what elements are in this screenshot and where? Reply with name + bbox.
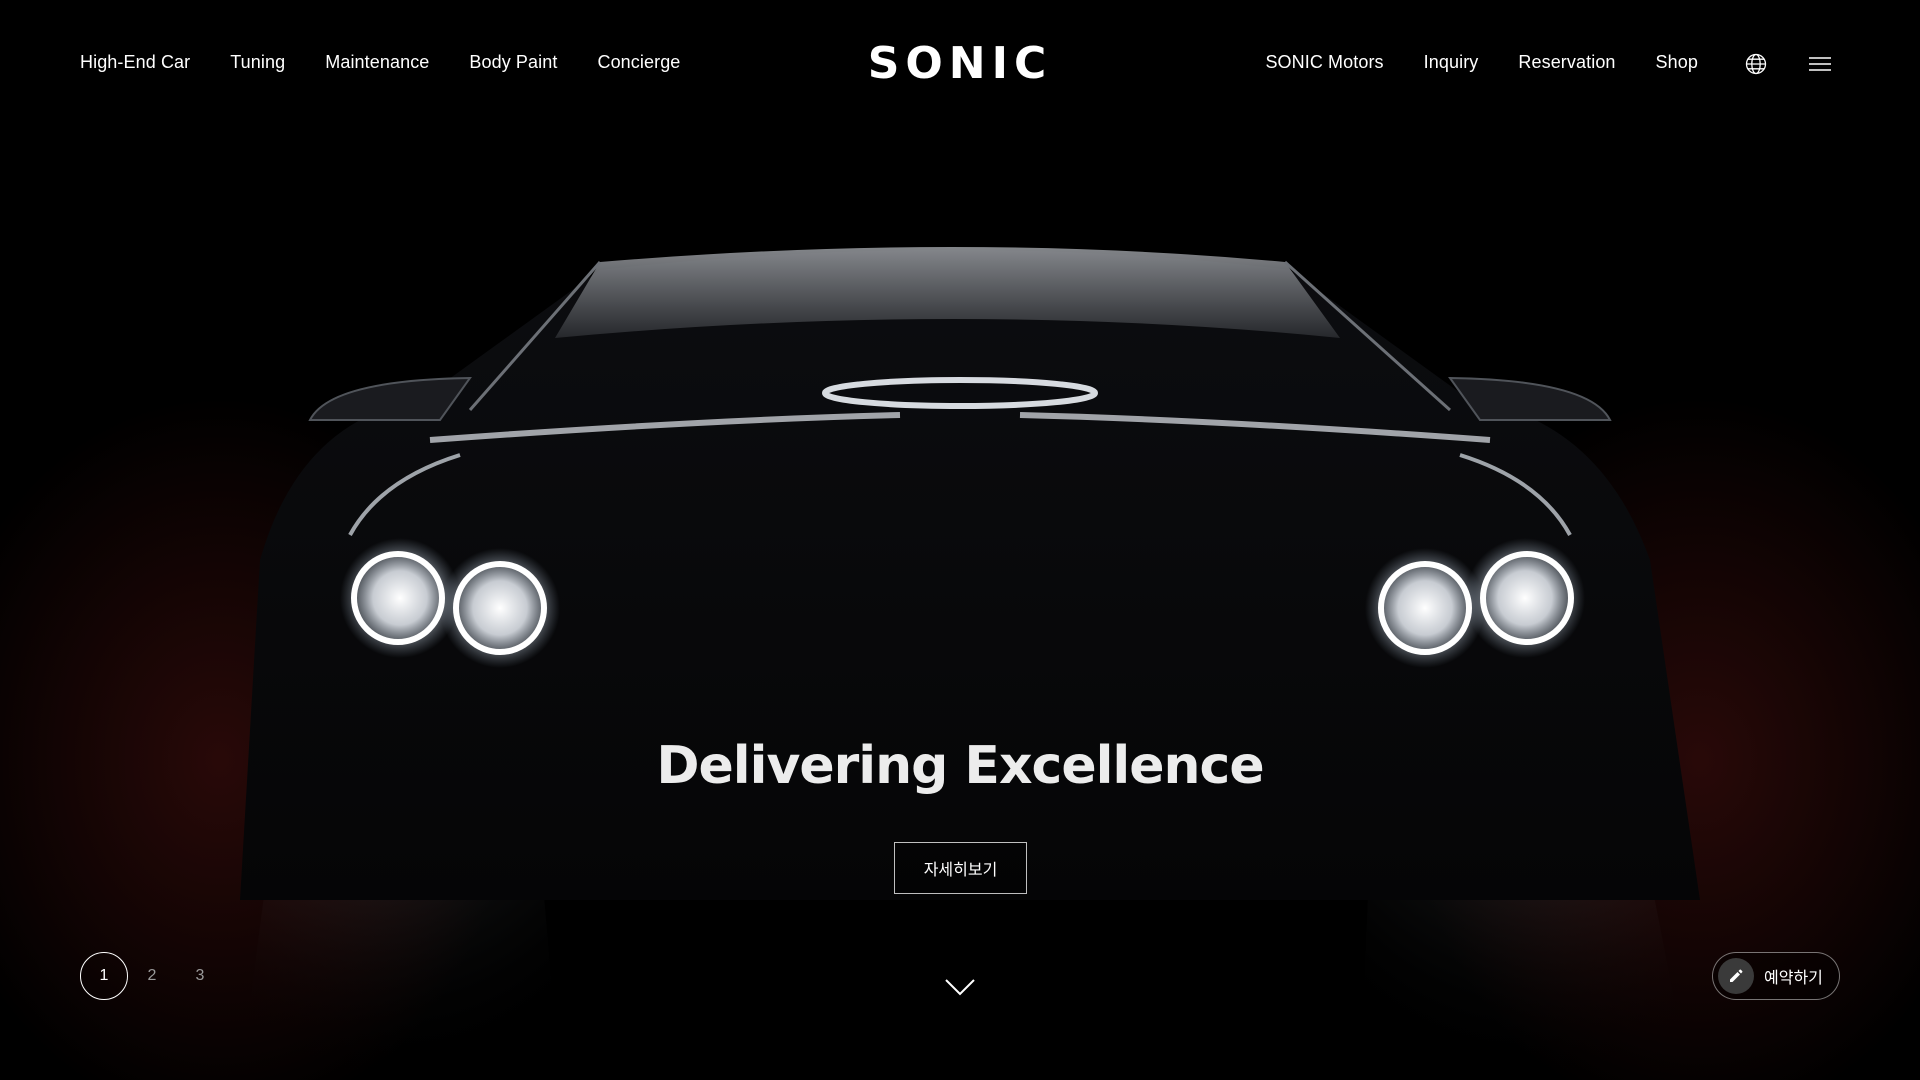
nav-item-body-paint[interactable]: Body Paint: [469, 52, 557, 73]
view-details-button[interactable]: 자세히보기: [894, 842, 1027, 894]
site-logo[interactable]: SONIC: [858, 42, 1062, 86]
hero-car-image: [240, 247, 1700, 1080]
slide-pagination: 1 2 3: [80, 952, 224, 1000]
page-2-button[interactable]: 2: [128, 952, 176, 1000]
page-1-button[interactable]: 1: [80, 952, 128, 1000]
nav-item-inquiry[interactable]: Inquiry: [1424, 52, 1479, 73]
chevron-down-icon[interactable]: [944, 976, 976, 998]
primary-nav: High-End Car Tuning Maintenance Body Pai…: [80, 52, 680, 73]
nav-item-concierge[interactable]: Concierge: [597, 52, 680, 73]
page-3-button[interactable]: 3: [176, 952, 224, 1000]
nav-item-maintenance[interactable]: Maintenance: [325, 52, 429, 73]
site-header: High-End Car Tuning Maintenance Body Pai…: [0, 0, 1920, 132]
hero-headline: Delivering Excellence: [656, 736, 1264, 796]
reserve-button[interactable]: 예약하기: [1712, 952, 1840, 1000]
hamburger-menu-icon[interactable]: [1808, 52, 1832, 76]
nav-item-tuning[interactable]: Tuning: [230, 52, 285, 73]
nav-item-shop[interactable]: Shop: [1656, 52, 1698, 73]
pencil-icon: [1718, 958, 1754, 994]
nav-item-sonic-motors[interactable]: SONIC Motors: [1265, 52, 1383, 73]
globe-icon[interactable]: [1744, 52, 1768, 76]
hero-section: [0, 0, 1920, 1080]
secondary-nav: SONIC Motors Inquiry Reservation Shop: [1265, 52, 1698, 73]
nav-item-reservation[interactable]: Reservation: [1518, 52, 1615, 73]
reserve-label: 예약하기: [1764, 970, 1823, 987]
nav-item-high-end-car[interactable]: High-End Car: [80, 52, 190, 73]
